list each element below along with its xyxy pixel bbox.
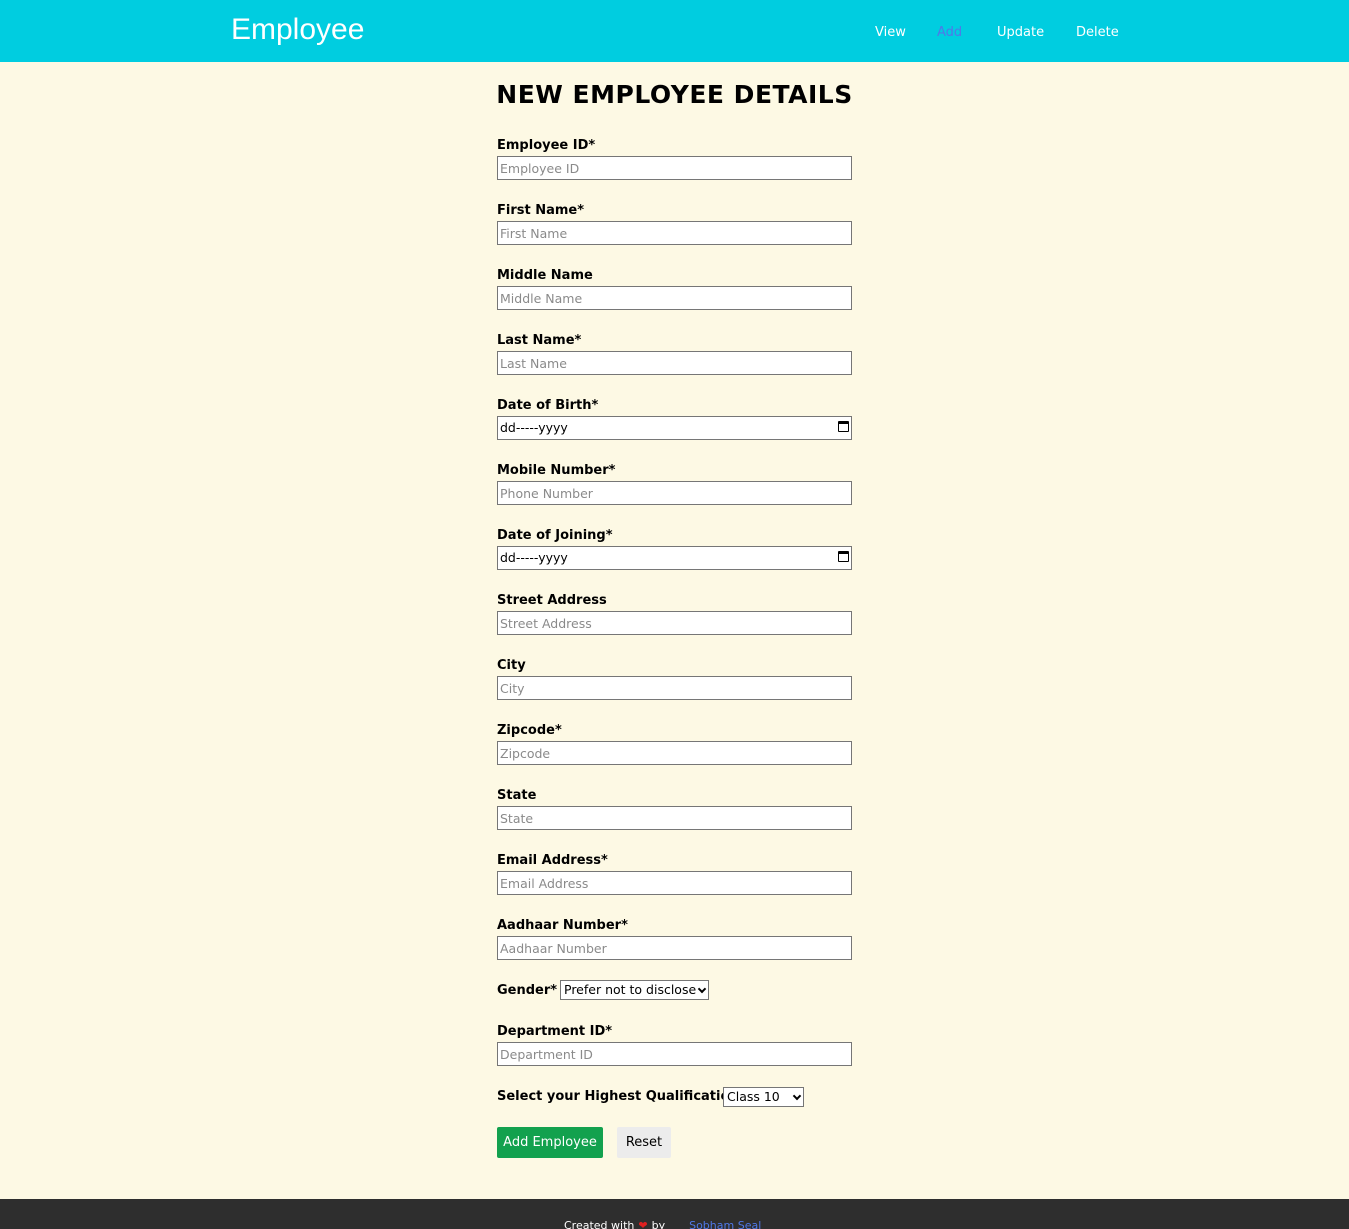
aadhaar-input[interactable] [497,936,852,960]
author-link[interactable]: Sobham Seal [689,1219,761,1229]
zipcode-label: Zipcode* [497,723,562,738]
employee-id-label: Employee ID* [497,138,596,153]
city-label: City [497,658,526,673]
footer-credit: Created with ❤ by Sobham Seal [564,1219,761,1229]
street-label: Street Address [497,593,607,608]
street-input[interactable] [497,611,852,635]
qualification-selected-value: Class 10 [727,1089,780,1104]
aadhaar-label: Aadhaar Number* [497,918,628,933]
state-label: State [497,788,537,803]
department-input[interactable] [497,1042,852,1066]
qualification-select[interactable]: Class 10 [723,1087,804,1107]
first-name-input[interactable] [497,221,852,245]
middle-name-input[interactable] [497,286,852,310]
dob-value: dd-----yyyy [500,420,568,435]
nav-delete[interactable]: Delete [1076,25,1119,40]
dob-label: Date of Birth* [497,398,599,413]
qualification-label: Select your Highest Qualification* [497,1089,746,1104]
doj-label: Date of Joining* [497,528,613,543]
gender-select[interactable]: Prefer not to disclose [560,980,709,1000]
reset-button[interactable]: Reset [617,1127,671,1158]
navbar: Employee View Add Update Delete [0,0,1349,62]
first-name-label: First Name* [497,203,585,218]
add-employee-button[interactable]: Add Employee [497,1127,603,1158]
chevron-down-icon [792,1091,802,1101]
page-title: NEW EMPLOYEE DETAILS [496,80,853,109]
email-label: Email Address* [497,853,608,868]
footer-created-with: Created with [564,1219,635,1229]
footer: Created with ❤ by Sobham Seal [0,1199,1349,1229]
last-name-input[interactable] [497,351,852,375]
city-input[interactable] [497,676,852,700]
state-input[interactable] [497,806,852,830]
footer-by: by [651,1219,666,1229]
chevron-down-icon [697,984,707,994]
nav-view[interactable]: View [875,25,906,40]
middle-name-label: Middle Name [497,268,593,283]
email-input[interactable] [497,871,852,895]
last-name-label: Last Name* [497,333,582,348]
mobile-input[interactable] [497,481,852,505]
brand-title[interactable]: Employee [231,13,364,47]
employee-id-input[interactable] [497,156,852,180]
zipcode-input[interactable] [497,741,852,765]
nav-update[interactable]: Update [997,25,1044,40]
gender-selected-value: Prefer not to disclose [564,982,697,997]
calendar-icon[interactable] [838,421,849,432]
department-label: Department ID* [497,1024,613,1039]
calendar-icon[interactable] [838,551,849,562]
mobile-label: Mobile Number* [497,463,616,478]
doj-value: dd-----yyyy [500,550,568,565]
doj-input[interactable]: dd-----yyyy [497,546,852,570]
nav-add[interactable]: Add [937,25,962,40]
dob-input[interactable]: dd-----yyyy [497,416,852,440]
gender-label: Gender* [497,983,558,998]
heart-icon: ❤ [638,1219,648,1229]
